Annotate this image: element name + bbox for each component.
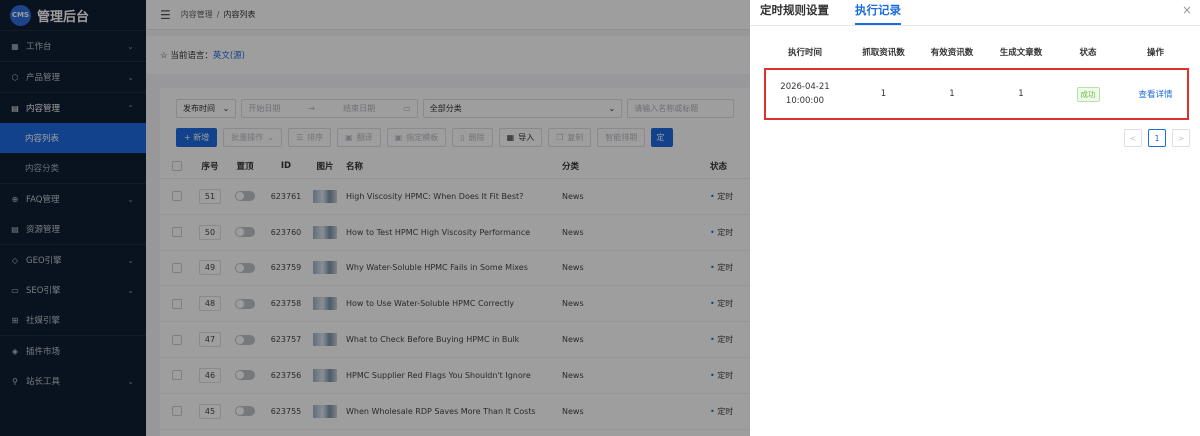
generated-count: 1: [1018, 89, 1024, 99]
status-badge: 成功: [1076, 86, 1100, 102]
pagination: < 1 >: [1124, 129, 1190, 147]
header-action: 操作: [1146, 48, 1164, 58]
next-page-button[interactable]: >: [1172, 129, 1190, 147]
page-number[interactable]: 1: [1148, 129, 1166, 147]
prev-page-button[interactable]: <: [1124, 129, 1142, 147]
exec-clock: 10:00:00: [785, 96, 825, 106]
tab-schedule-settings[interactable]: 定时规则设置: [760, 2, 829, 25]
record-row: 2026-04-21 10:00:00 1 1 1 成功 查看详情: [750, 69, 1200, 119]
exec-time: 2026-04-21 10:00:00: [760, 80, 850, 108]
close-icon[interactable]: ×: [1182, 3, 1192, 17]
header-valid: 有效资讯数: [930, 48, 974, 58]
tab-execution-records[interactable]: 执行记录: [855, 2, 901, 25]
view-details-link[interactable]: 查看详情: [1138, 90, 1172, 100]
drawer-tabs: 定时规则设置 执行记录 ×: [750, 0, 1200, 26]
header-fetched: 抓取资讯数: [862, 48, 905, 58]
header-generated: 生成文章数: [999, 48, 1043, 58]
fetched-count: 1: [880, 89, 887, 99]
exec-date: 2026-04-21: [780, 82, 830, 92]
header-status: 状态: [1079, 48, 1097, 58]
records-table-header: 执行时间 抓取资讯数 有效资讯数 生成文章数 状态 操作: [750, 45, 1200, 59]
execution-drawer: 定时规则设置 执行记录 × 执行时间 抓取资讯数 有效资讯数 生成文章数 状态 …: [750, 0, 1200, 436]
valid-count: 1: [949, 89, 955, 99]
modal-backdrop[interactable]: [0, 0, 750, 436]
header-exec-time: 执行时间: [787, 48, 822, 58]
